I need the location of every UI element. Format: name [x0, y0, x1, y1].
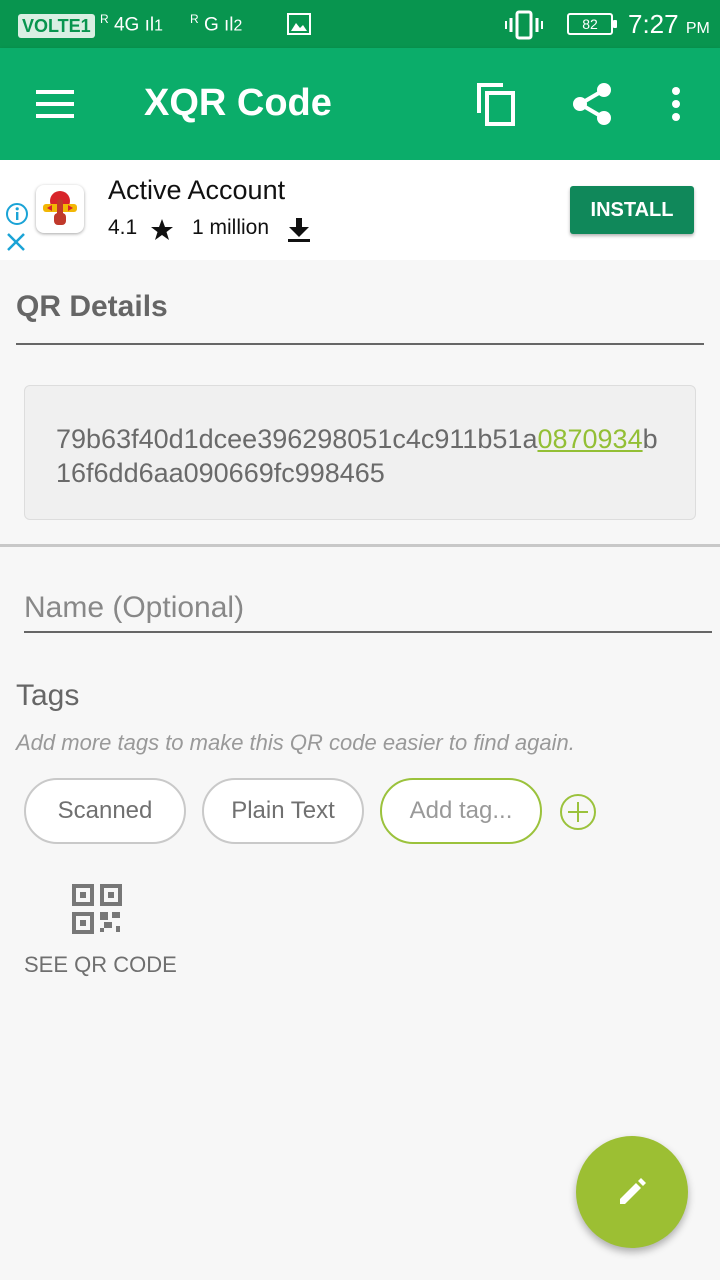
- section-divider: [0, 544, 720, 547]
- phone-number-link[interactable]: 0870934: [537, 424, 642, 454]
- hand-logo-icon: [43, 191, 77, 225]
- ad-app-name[interactable]: Active Account: [108, 175, 285, 206]
- ad-info-icon[interactable]: [5, 202, 29, 226]
- edit-pencil-icon: [620, 1178, 646, 1204]
- install-button[interactable]: INSTALL: [570, 186, 694, 234]
- more-vert-icon: [672, 87, 680, 121]
- copy-icon: [477, 83, 515, 126]
- tag-chip-plain-text[interactable]: Plain Text: [202, 778, 364, 844]
- copy-button[interactable]: [464, 72, 528, 136]
- battery-indicator: 82: [567, 13, 617, 35]
- ad-rating: 4.1: [108, 216, 138, 239]
- tag-chip-scanned[interactable]: Scanned: [24, 778, 186, 844]
- ad-downloads: 1 million: [192, 216, 270, 239]
- share-icon: [573, 83, 611, 125]
- vibrate-icon: [505, 10, 543, 40]
- title-divider: [16, 343, 704, 345]
- ad-close-icon[interactable]: [6, 232, 26, 252]
- menu-button[interactable]: [24, 72, 88, 136]
- qr-code-icon: [72, 884, 122, 934]
- qr-content-text[interactable]: 79b63f40d1dcee396298051c4c911b51a0870934…: [56, 422, 672, 490]
- status-bar: VOLTE1 R 4G ıl1 R G ıl2 82 7:27 PM: [0, 0, 720, 48]
- tags-title: Tags: [16, 679, 80, 712]
- add-circle-icon[interactable]: [559, 793, 597, 831]
- download-icon: [288, 218, 310, 242]
- app-bar: XQR Code: [0, 48, 720, 160]
- volte-badge: VOLTE1: [18, 14, 95, 38]
- add-tag-input[interactable]: Add tag...: [380, 778, 542, 844]
- qr-details-title: QR Details: [16, 290, 168, 323]
- tags-hint: Add more tags to make this QR code easie…: [16, 730, 575, 755]
- star-icon: [151, 219, 173, 240]
- hamburger-icon: [36, 90, 74, 118]
- more-options-button[interactable]: [644, 72, 708, 136]
- see-qr-code-label: SEE QR CODE: [24, 952, 177, 977]
- clock: 7:27 PM: [628, 9, 710, 39]
- sim2-signal: R G ıl2: [190, 12, 243, 36]
- share-button[interactable]: [560, 72, 624, 136]
- sim1-signal: R 4G ıl1: [100, 12, 163, 36]
- app-title: XQR Code: [144, 82, 332, 124]
- ad-app-logo[interactable]: [36, 185, 84, 233]
- gallery-icon: [287, 13, 311, 35]
- name-input[interactable]: [24, 585, 712, 633]
- edit-fab[interactable]: [576, 1136, 688, 1248]
